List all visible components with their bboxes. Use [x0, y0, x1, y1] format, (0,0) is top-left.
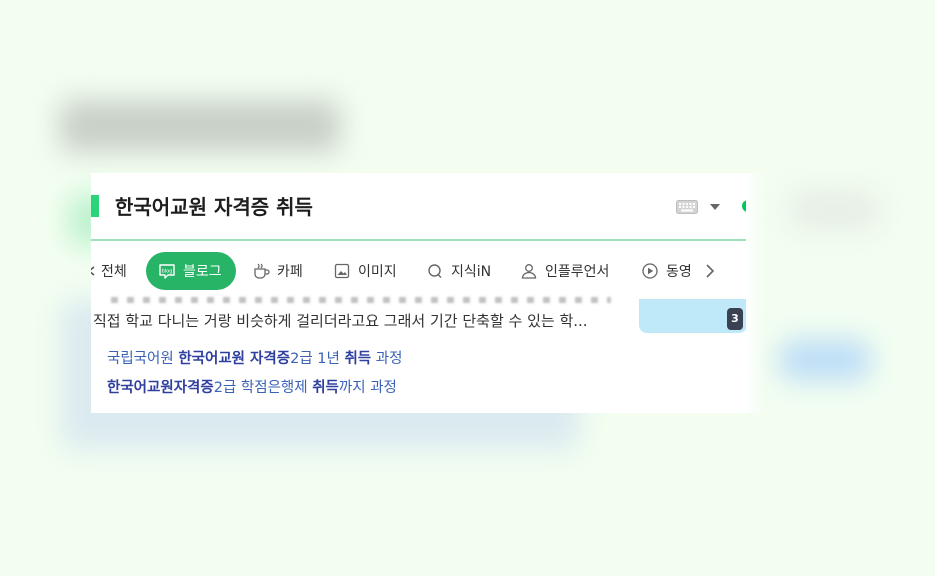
tab-video-label: 동영 — [666, 264, 692, 280]
cafe-icon — [254, 263, 270, 279]
link-text: 과정 — [371, 351, 403, 367]
search-bar[interactable]: 한국어교원 자격증 취득 — [91, 173, 746, 241]
tab-all-label: 전체 — [101, 264, 127, 280]
tab-image-label: 이미지 — [358, 264, 397, 280]
image-icon — [334, 263, 350, 279]
link-highlight: 한국어교원 자격증 — [178, 351, 291, 367]
link-text: 2급 1년 — [290, 351, 345, 367]
link-text: 국립국어원 — [107, 351, 179, 367]
link-highlight: 한국어교원자격증 — [107, 380, 214, 396]
tab-influencer[interactable]: 인플루언서 — [520, 252, 609, 290]
keyboard-icon[interactable] — [676, 200, 698, 214]
related-link-1[interactable]: 국립국어원 한국어교원 자격증2급 1년 취득 과정 — [107, 347, 402, 368]
all-icon — [91, 266, 95, 276]
search-tabs: 전체 blog 블로그 카페 이미지 지식iN 인플루언서 동영 — [91, 252, 746, 290]
caret-down-icon[interactable] — [710, 204, 720, 210]
link-text: 2급 학점은행제 — [213, 380, 313, 396]
search-panel: 한국어교원 자격증 취득 전체 blog 블로그 카페 이미지 지식iN 인플루… — [91, 173, 746, 413]
tab-cafe[interactable]: 카페 — [252, 252, 303, 290]
tab-blog-label: 블로그 — [183, 264, 222, 280]
blurred-background-title — [60, 100, 340, 152]
kin-icon — [428, 264, 442, 278]
link-highlight: 취득 — [312, 380, 339, 396]
tab-kin[interactable]: 지식iN — [426, 252, 491, 290]
cropped-text-line — [111, 297, 611, 303]
panel-edge-fade — [746, 173, 766, 413]
tab-cafe-label: 카페 — [277, 264, 303, 280]
blurred-background-box — [790, 190, 880, 230]
related-link-2[interactable]: 한국어교원자격증2급 학점은행제 취득까지 과정 — [107, 376, 397, 397]
link-text: 까지 과정 — [338, 380, 397, 396]
influencer-icon — [521, 264, 537, 279]
chevron-right-icon[interactable] — [705, 263, 715, 279]
result-snippet[interactable]: 직접 학교 다니는 거랑 비슷하게 걸리더라고요 그래서 기간 단축할 수 있는… — [93, 310, 613, 331]
tab-kin-label: 지식iN — [451, 264, 492, 280]
thumbnail-count-badge: 3 — [727, 308, 743, 330]
svg-text:blog: blog — [162, 269, 173, 275]
search-accent-marker — [91, 195, 99, 217]
tab-influencer-label: 인플루언서 — [545, 264, 610, 280]
link-highlight: 취득 — [344, 351, 372, 367]
blurred-background-button — [780, 340, 870, 380]
tab-image[interactable]: 이미지 — [333, 252, 397, 290]
video-icon — [642, 263, 658, 279]
tab-blog[interactable]: blog 블로그 — [146, 252, 236, 290]
blog-icon: blog — [159, 264, 175, 279]
tab-all[interactable]: 전체 — [91, 252, 127, 290]
tab-video[interactable]: 동영 — [641, 252, 692, 290]
search-query[interactable]: 한국어교원 자격증 취득 — [115, 191, 313, 220]
